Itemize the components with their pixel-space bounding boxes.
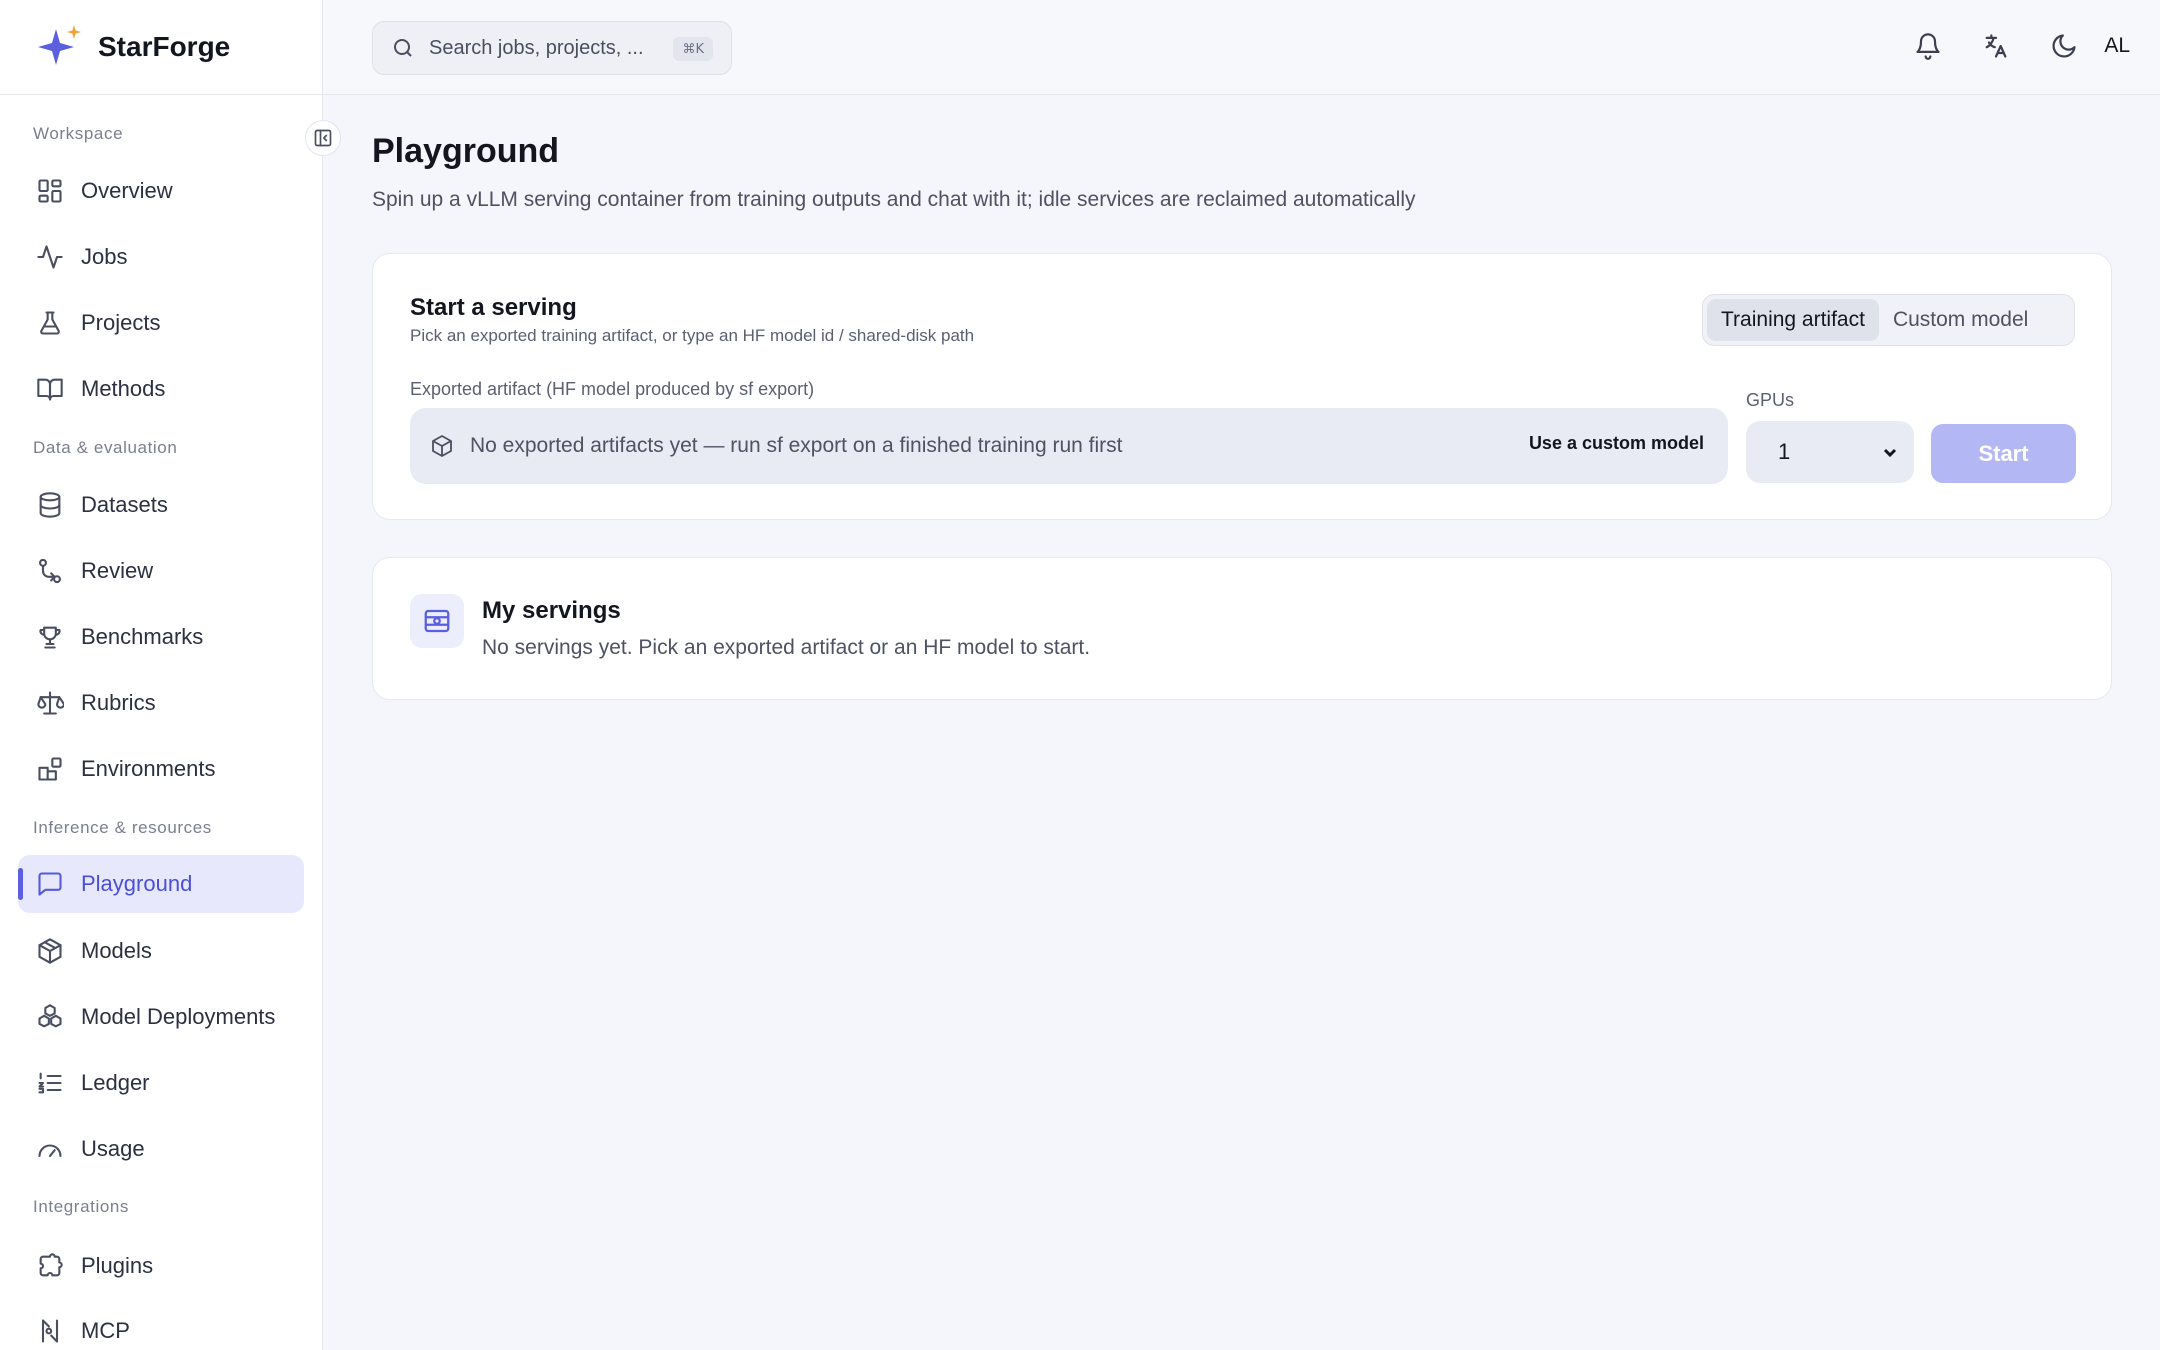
book-icon (35, 374, 65, 404)
start-serving-description: Pick an exported training artifact, or t… (410, 326, 975, 345)
sidebar-item-rubrics[interactable]: Rubrics (18, 674, 304, 732)
sidebar-item-label: Usage (81, 1136, 145, 1161)
flask-icon (35, 308, 65, 338)
artifact-label: Exported artifact (HF model produced by … (410, 379, 815, 399)
moon-icon[interactable] (2050, 32, 2080, 62)
server-icon (410, 594, 464, 648)
sidebar-item-overview[interactable]: Overview (18, 162, 304, 220)
my-servings-empty: No servings yet. Pick an exported artifa… (482, 636, 1091, 659)
translate-icon[interactable] (1982, 32, 2012, 62)
my-servings-card: My servings No servings yet. Pick an exp… (372, 557, 2112, 700)
use-custom-model-button[interactable]: Use a custom model (1529, 433, 1704, 454)
tab-training-artifact[interactable]: Training artifact (1707, 299, 1879, 341)
blocks-icon (35, 754, 65, 784)
brand[interactable]: StarForge (0, 0, 322, 95)
topbar: Search jobs, projects, ... ⌘K AL (323, 0, 2160, 95)
sidebar-item-label: Review (81, 558, 154, 583)
sidebar-item-label: Models (81, 938, 152, 963)
grid-icon (35, 176, 65, 206)
sidebar-item-label: Ledger (81, 1070, 150, 1095)
section-integrations: Integrations (33, 1197, 130, 1216)
artifact-empty-text: No exported artifacts yet — run sf expor… (470, 434, 1123, 457)
sidebar-item-label: Jobs (81, 244, 128, 269)
sidebar-item-playground[interactable]: Playground (18, 855, 304, 913)
sparkle-logo-icon (38, 25, 81, 65)
tab-custom-model[interactable]: Custom model (1879, 299, 2042, 341)
avatar[interactable]: AL (2104, 34, 2130, 58)
gauge-icon (35, 1134, 65, 1164)
sidebar: StarForge Workspace Overview Jobs Projec… (0, 0, 323, 1350)
page-title: Playground (372, 132, 560, 170)
cube-icon (35, 936, 65, 966)
my-servings-title: My servings (482, 597, 621, 624)
sidebar-item-methods[interactable]: Methods (18, 360, 304, 418)
search-placeholder: Search jobs, projects, ... (429, 36, 644, 59)
sidebar-item-plugins[interactable]: Plugins (18, 1237, 304, 1295)
chevron-down-icon (1883, 448, 1897, 458)
sidebar-item-label: Plugins (81, 1253, 154, 1278)
collapse-sidebar-button[interactable] (305, 120, 341, 156)
section-workspace: Workspace (33, 124, 124, 143)
sidebar-item-label: Methods (81, 376, 166, 401)
start-serving-title: Start a serving (410, 294, 577, 321)
search-shortcut-badge: ⌘K (673, 37, 713, 61)
gpus-label: GPUs (1746, 390, 1795, 410)
sidebar-item-label: Overview (81, 178, 173, 203)
sidebar-item-ledger[interactable]: Ledger (18, 1054, 304, 1112)
sidebar-item-environments[interactable]: Environments (18, 740, 304, 798)
sidebar-item-review[interactable]: Review (18, 542, 304, 600)
sidebar-item-benchmarks[interactable]: Benchmarks (18, 608, 304, 666)
sidebar-item-mcp[interactable]: MCP (18, 1302, 304, 1350)
git-compare-icon (35, 556, 65, 586)
sidebar-collapse-icon (314, 129, 332, 147)
sidebar-item-label: MCP (81, 1318, 130, 1343)
scale-icon (35, 688, 65, 718)
trophy-icon (35, 622, 65, 652)
package-icon (432, 435, 452, 457)
search-input[interactable]: Search jobs, projects, ... ⌘K (372, 21, 732, 75)
page-subtitle: Spin up a vLLM serving container from tr… (372, 188, 1416, 211)
brand-name: StarForge (98, 31, 231, 62)
section-inference-resources: Inference & resources (33, 818, 212, 837)
bell-icon[interactable] (1914, 32, 1944, 62)
sidebar-item-projects[interactable]: Projects (18, 294, 304, 352)
artifact-select[interactable]: No exported artifacts yet — run sf expor… (410, 408, 1728, 484)
chat-icon (35, 869, 65, 899)
database-icon (35, 490, 65, 520)
source-toggle: Training artifact Custom model (1702, 294, 2075, 346)
sidebar-item-label: Rubrics (81, 690, 156, 715)
activity-icon (35, 242, 65, 272)
sidebar-item-datasets[interactable]: Datasets (18, 476, 304, 534)
sidebar-item-jobs[interactable]: Jobs (18, 228, 304, 286)
mcp-icon (35, 1316, 65, 1346)
start-button[interactable]: Start (1931, 424, 2076, 483)
list-ordered-icon (35, 1068, 65, 1098)
sidebar-item-label: Datasets (81, 492, 168, 517)
sidebar-item-usage[interactable]: Usage (18, 1120, 304, 1178)
sidebar-item-label: Environments (81, 756, 216, 781)
sidebar-item-label: Model Deployments (81, 1004, 276, 1029)
sidebar-item-label: Benchmarks (81, 624, 204, 649)
sidebar-item-models[interactable]: Models (18, 922, 304, 980)
gpus-select[interactable]: 1 (1746, 421, 1914, 483)
sidebar-item-label: Playground (81, 871, 193, 896)
puzzle-icon (35, 1251, 65, 1281)
sidebar-item-label: Projects (81, 310, 161, 335)
gpus-value: 1 (1778, 439, 1791, 464)
start-serving-card: Start a serving Pick an exported trainin… (372, 253, 2112, 520)
section-data-evaluation: Data & evaluation (33, 438, 178, 457)
sidebar-item-model-deployments[interactable]: Model Deployments (18, 988, 304, 1046)
search-icon (394, 39, 412, 57)
boxes-icon (35, 1002, 65, 1032)
